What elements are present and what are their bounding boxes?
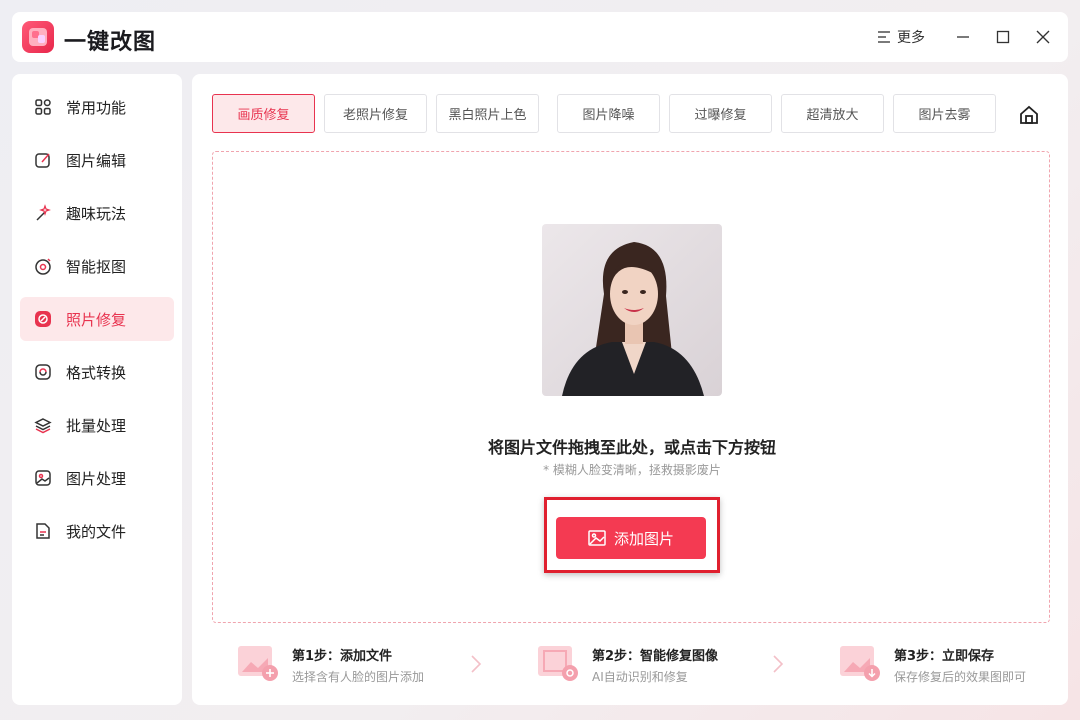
drop-zone[interactable]: 将图片文件拖拽至此处，或点击下方按钮 * 模糊人脸变清晰，拯救摄影废片 添加图片 [212,151,1050,623]
image-add-icon [588,530,606,546]
main-panel: 画质修复 老照片修复 黑白照片上色 图片降噪 过曝修复 超清放大 图片去雾 将图… [192,74,1068,705]
step-3: 第3步：立即保存 保存修复后的效果图即可 [840,642,1060,690]
sidebar-item-label: 图片编辑 [66,151,127,170]
maximize-button[interactable] [991,25,1015,49]
drop-zone-subtitle: * 模糊人脸变清晰，拯救摄影废片 [543,463,721,477]
chevron-right-icon [773,655,784,673]
tab-overexposure-repair[interactable]: 过曝修复 [669,94,772,133]
minimize-icon [957,36,969,38]
add-image-label: 添加图片 [613,529,674,548]
maximize-icon [996,30,1010,44]
image-icon [34,469,52,487]
step-title: 第1步：添加文件 [292,649,393,664]
sidebar-item-label: 图片处理 [66,469,127,488]
step-1: 第1步：添加文件 选择含有人脸的图片添加 [238,642,458,690]
sidebar-item-fun[interactable]: 趣味玩法 [20,191,174,235]
grid-icon [34,98,52,116]
app-title: 一键改图 [64,30,157,55]
sidebar-item-label: 智能抠图 [66,257,127,276]
save-step-icon [840,646,880,681]
file-icon [34,522,52,540]
tab-quality-repair[interactable]: 画质修复 [212,94,315,133]
add-file-step-icon [238,646,278,681]
sidebar-item-label: 批量处理 [66,416,127,435]
menu-icon [878,31,890,43]
sidebar-item-cutout[interactable]: 智能抠图 [20,244,174,288]
home-icon [1020,105,1038,124]
tab-colorize[interactable]: 黑白照片上色 [436,94,539,133]
target-icon [34,257,52,275]
step-desc: 保存修复后的效果图即可 [894,670,1027,684]
step-desc: AI自动识别和修复 [592,670,688,684]
sidebar-item-image-process[interactable]: 图片处理 [20,456,174,500]
tab-dehaze[interactable]: 图片去雾 [893,94,996,133]
close-icon [1036,30,1050,44]
drop-zone-title: 将图片文件拖拽至此处，或点击下方按钮 [487,438,776,457]
add-image-button[interactable]: 添加图片 [556,517,706,559]
sidebar-item-label: 趣味玩法 [66,204,127,223]
sidebar-item-common[interactable]: 常用功能 [20,85,174,129]
sidebar-item-photo-repair[interactable]: 照片修复 [20,297,174,341]
magic-wand-icon [34,204,52,222]
sidebar-item-label: 我的文件 [66,522,127,541]
app-logo-icon [22,21,54,53]
sidebar-item-label: 格式转换 [66,363,127,382]
more-menu-button[interactable]: 更多 [877,26,925,48]
tab-old-photo-repair[interactable]: 老照片修复 [324,94,427,133]
sidebar-item-label: 照片修复 [66,310,127,329]
repair-icon [34,310,52,328]
tab-denoise[interactable]: 图片降噪 [557,94,660,133]
convert-icon [34,363,52,381]
step-desc: 选择含有人脸的图片添加 [292,670,425,684]
sidebar-item-batch[interactable]: 批量处理 [20,403,174,447]
sidebar-item-label: 常用功能 [66,98,127,117]
sample-photo [542,224,722,396]
more-menu-label: 更多 [897,30,925,46]
step-title: 第2步：智能修复图像 [592,649,719,664]
close-button[interactable] [1031,25,1055,49]
minimize-button[interactable] [951,25,975,49]
title-bar: 一键改图 更多 [12,12,1068,62]
home-button[interactable] [1018,104,1040,126]
chevron-right-icon [471,655,482,673]
sidebar-item-convert[interactable]: 格式转换 [20,350,174,394]
sidebar-item-edit[interactable]: 图片编辑 [20,138,174,182]
edit-icon [34,151,52,169]
tab-upscale[interactable]: 超清放大 [781,94,884,133]
sidebar-item-my-files[interactable]: 我的文件 [20,509,174,553]
step-2: 第2步：智能修复图像 AI自动识别和修复 [538,642,768,690]
ai-repair-step-icon [538,646,578,681]
sidebar: 常用功能 图片编辑 趣味玩法 智能抠图 照片修复 格式转换 批量处理 图片处理 … [12,74,182,705]
layers-icon [34,416,52,434]
step-title: 第3步：立即保存 [894,649,995,664]
